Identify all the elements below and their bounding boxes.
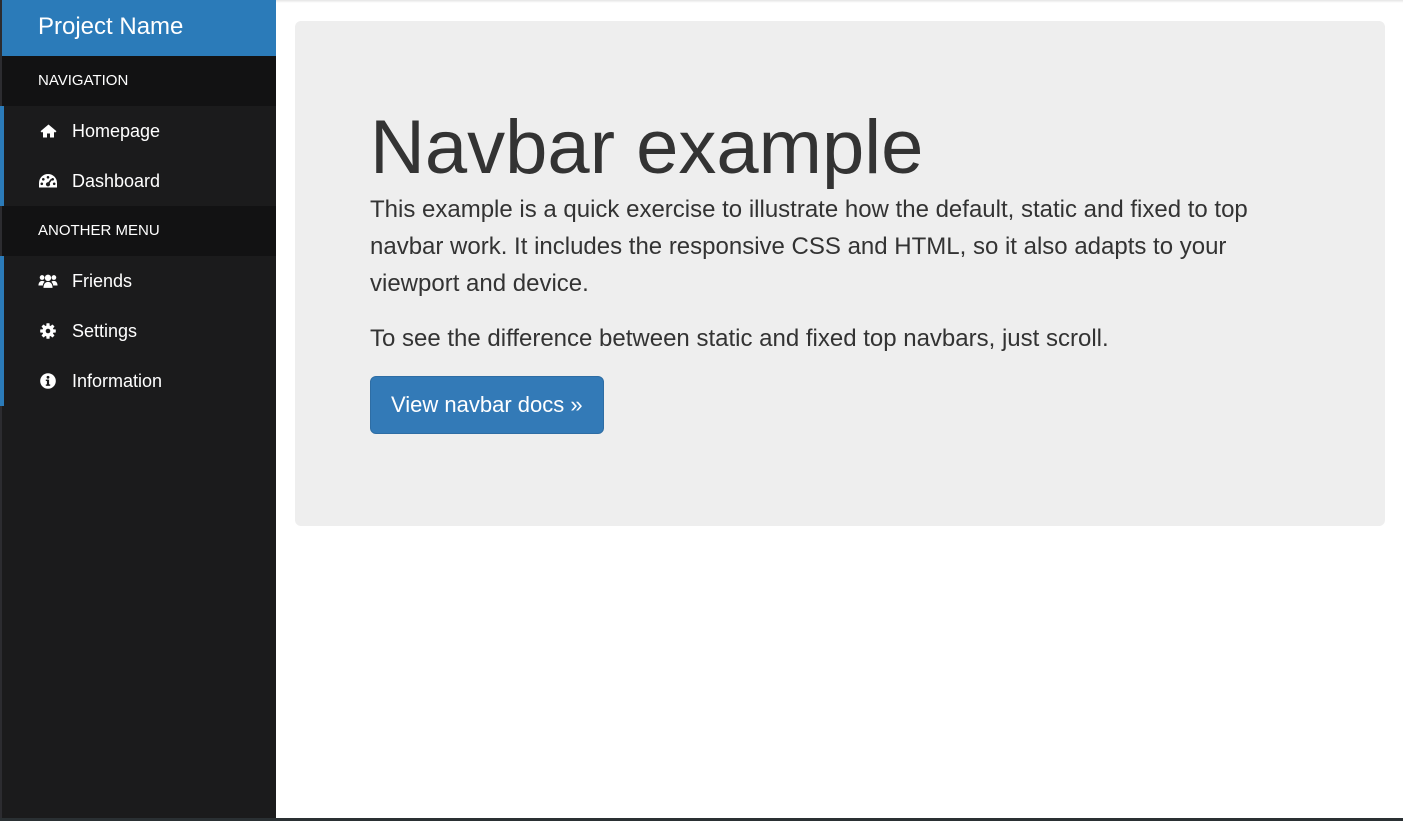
dashboard-icon [38, 171, 58, 191]
sidebar-item-information[interactable]: Information [0, 356, 276, 406]
top-border [276, 0, 1403, 3]
sidebar-item-settings[interactable]: Settings [0, 306, 276, 356]
brand-title[interactable]: Project Name [2, 0, 276, 56]
section-header-another-menu: ANOTHER MENU [2, 206, 276, 256]
section-header-navigation: NAVIGATION [2, 56, 276, 106]
scroll-hint-paragraph: To see the difference between static and… [370, 325, 1109, 352]
info-icon [38, 371, 58, 391]
view-navbar-docs-button[interactable]: View navbar docs » [370, 376, 604, 434]
users-icon [38, 271, 58, 291]
sidebar-item-label: Information [72, 370, 163, 391]
sidebar-item-homepage[interactable]: Homepage [0, 106, 276, 156]
sidebar-item-label: Friends [72, 270, 133, 291]
sidebar-item-dashboard[interactable]: Dashboard [0, 156, 276, 206]
sidebar-item-label: Settings [72, 320, 138, 341]
gear-icon [38, 321, 58, 341]
sidebar: Project Name NAVIGATION Homepage Dashboa… [0, 0, 276, 821]
sidebar-item-label: Homepage [72, 120, 161, 141]
sidebar-item-label: Dashboard [72, 170, 161, 191]
intro-paragraph: This example is a quick exercise to illu… [370, 196, 1248, 297]
page-title: Navbar example [370, 105, 924, 190]
sidebar-item-friends[interactable]: Friends [0, 256, 276, 306]
home-icon [38, 121, 58, 141]
jumbotron: Navbar example This example is a quick e… [295, 21, 1385, 526]
